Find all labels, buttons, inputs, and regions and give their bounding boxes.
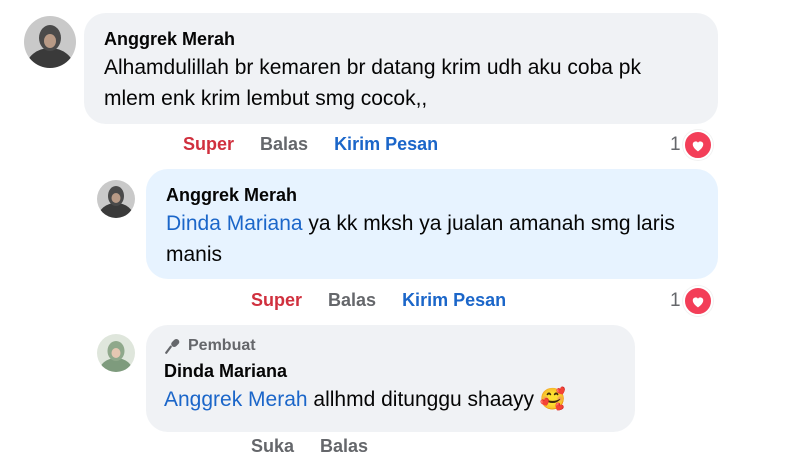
mention-link[interactable]: Dinda Mariana bbox=[166, 212, 303, 235]
avatar[interactable] bbox=[97, 334, 135, 372]
heart-icon bbox=[682, 286, 713, 316]
comment-author[interactable]: Anggrek Merah bbox=[166, 185, 698, 206]
reaction-count: 1 bbox=[670, 134, 681, 155]
reaction-summary[interactable]: 1 bbox=[670, 286, 713, 316]
react-button[interactable]: Super bbox=[183, 134, 234, 155]
reply-button[interactable]: Balas bbox=[260, 134, 308, 155]
microphone-icon bbox=[165, 338, 180, 354]
like-button[interactable]: Suka bbox=[251, 436, 294, 457]
comment-text: Alhamdulillah br kemaren br datang krim … bbox=[104, 56, 641, 110]
reaction-summary[interactable]: 1 bbox=[670, 130, 713, 160]
smiling-hearts-emoji-icon: 🥰 bbox=[539, 388, 567, 411]
avatar[interactable] bbox=[24, 16, 76, 68]
comment-author[interactable]: Dinda Mariana bbox=[164, 361, 615, 382]
comment-text: Dinda Mariana ya kk mksh ya jualan amana… bbox=[166, 212, 675, 266]
reply-button[interactable]: Balas bbox=[328, 290, 376, 311]
react-button[interactable]: Super bbox=[251, 290, 302, 311]
heart-icon bbox=[682, 130, 713, 160]
badge-label: Pembuat bbox=[188, 337, 256, 354]
reaction-count: 1 bbox=[670, 290, 681, 311]
comment-actions: Suka Balas bbox=[251, 436, 368, 457]
send-message-button[interactable]: Kirim Pesan bbox=[402, 290, 506, 311]
send-message-button[interactable]: Kirim Pesan bbox=[334, 134, 438, 155]
author-badge: Pembuat bbox=[164, 337, 615, 355]
comment-bubble: Anggrek Merah Dinda Mariana ya kk mksh y… bbox=[146, 169, 718, 279]
comment-bubble: Anggrek Merah Alhamdulillah br kemaren b… bbox=[84, 13, 718, 124]
comment-text: Anggrek Merah allhmd ditunggu shaayy 🥰 bbox=[164, 388, 567, 411]
reply-button[interactable]: Balas bbox=[320, 436, 368, 457]
mention-link[interactable]: Anggrek Merah bbox=[164, 388, 308, 411]
comment-author[interactable]: Anggrek Merah bbox=[104, 29, 698, 50]
comment-actions: Super Balas Kirim Pesan bbox=[251, 290, 506, 311]
comment-actions: Super Balas Kirim Pesan bbox=[183, 134, 438, 155]
comment-bubble: Pembuat Dinda Mariana Anggrek Merah allh… bbox=[146, 325, 635, 432]
avatar[interactable] bbox=[97, 180, 135, 218]
